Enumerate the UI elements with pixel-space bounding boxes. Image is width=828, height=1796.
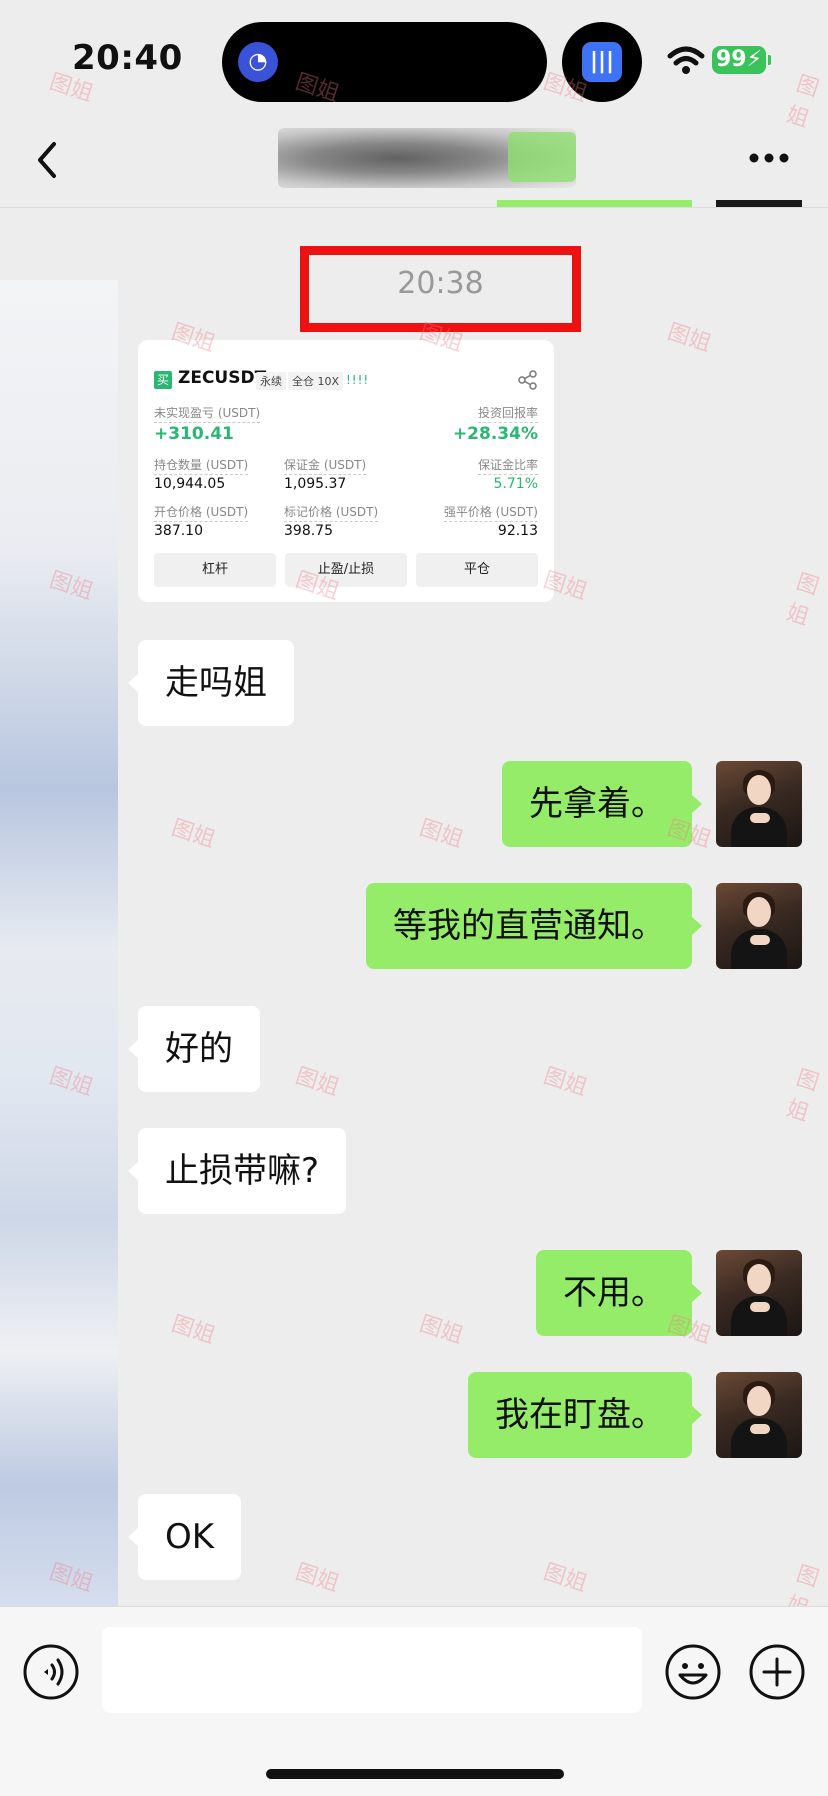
leverage-tag: 全仓 10X bbox=[288, 372, 344, 390]
charging-icon: ⚡ bbox=[746, 47, 763, 72]
tp-sl-button[interactable]: 止盈/止损 bbox=[285, 553, 407, 587]
watermark: 图姐 bbox=[783, 569, 822, 631]
margin-ratio-value: 5.71% bbox=[493, 476, 538, 492]
margin-label: 保证金 (USDT) bbox=[284, 456, 367, 475]
input-bar bbox=[0, 1606, 828, 1796]
home-indicator bbox=[266, 1769, 564, 1779]
message-bubble-outgoing[interactable]: 先拿着。 bbox=[502, 761, 702, 847]
message-bubble-incoming[interactable]: 好的 bbox=[128, 1006, 260, 1092]
app-icon: ||| bbox=[582, 42, 622, 82]
unrealized-pnl-label: 未实现盈亏 (USDT) bbox=[154, 404, 261, 423]
unrealized-pnl-value: +310.41 bbox=[154, 424, 234, 444]
margin-ratio-label: 保证金比率 bbox=[477, 456, 538, 475]
message-input[interactable] bbox=[102, 1627, 642, 1713]
avatar[interactable] bbox=[716, 883, 802, 969]
symbol: ZECUSDT bbox=[178, 368, 267, 388]
roi-value: +28.34% bbox=[452, 424, 538, 444]
entry-price-value: 387.10 bbox=[154, 523, 203, 539]
message-bubble-outgoing[interactable]: 我在盯盘。 bbox=[468, 1372, 702, 1458]
watermark: 图姐 bbox=[168, 1311, 219, 1350]
previous-message-avatar bbox=[716, 200, 802, 207]
plus-icon[interactable] bbox=[748, 1643, 806, 1701]
watermark: 图姐 bbox=[416, 815, 467, 854]
message-timestamp: 20:38 bbox=[397, 266, 484, 301]
watermark: 图姐 bbox=[783, 1065, 822, 1127]
back-icon[interactable] bbox=[30, 138, 66, 182]
battery-indicator: 99⚡ bbox=[712, 46, 771, 74]
watermark: 图姐 bbox=[292, 1559, 343, 1598]
battery-level: 99 bbox=[716, 47, 747, 72]
message-bubble-outgoing[interactable]: 等我的直营通知。 bbox=[366, 883, 702, 969]
voice-icon[interactable] bbox=[22, 1643, 80, 1701]
strength-bars: !!!! bbox=[346, 373, 370, 387]
buy-badge: 买 bbox=[154, 371, 172, 389]
share-icon[interactable] bbox=[518, 370, 538, 390]
mark-price-label: 标记价格 (USDT) bbox=[284, 503, 379, 522]
watermark: 图姐 bbox=[168, 815, 219, 854]
message-bubble-outgoing[interactable]: 不用。 bbox=[536, 1250, 702, 1336]
perpetual-tag: 永续 bbox=[256, 372, 286, 390]
avatar[interactable] bbox=[716, 1250, 802, 1336]
dynamic-island: ◔ bbox=[222, 22, 547, 102]
position-card[interactable]: 买 ZECUSDT 永续 全仓 10X !!!! 未实现盈亏 (USDT) +3… bbox=[138, 340, 554, 602]
wifi-icon bbox=[667, 46, 705, 74]
liquidation-price-label: 强平价格 (USDT) bbox=[443, 503, 538, 522]
watermark: 图姐 bbox=[292, 1063, 343, 1102]
watermark: 图姐 bbox=[416, 1311, 467, 1350]
avatar[interactable] bbox=[716, 1372, 802, 1458]
live-activity: ||| bbox=[562, 22, 642, 102]
activity-icon: ◔ bbox=[238, 42, 278, 82]
message-bubble-incoming[interactable]: 走吗姐 bbox=[128, 640, 294, 726]
watermark: 图姐 bbox=[540, 1559, 591, 1598]
background-decoration bbox=[0, 280, 118, 1620]
message-bubble-incoming[interactable]: 止损带嘛? bbox=[127, 1128, 347, 1214]
entry-price-label: 开仓价格 (USDT) bbox=[154, 503, 249, 522]
close-position-button[interactable]: 平仓 bbox=[416, 553, 538, 587]
margin-value: 1,095.37 bbox=[284, 476, 347, 492]
roi-label: 投资回报率 bbox=[477, 404, 538, 423]
chat-header bbox=[0, 112, 828, 208]
message-bubble-incoming[interactable]: OK bbox=[127, 1494, 242, 1580]
watermark: 图姐 bbox=[540, 1063, 591, 1102]
previous-message-bubble bbox=[497, 200, 692, 207]
position-size-value: 10,944.05 bbox=[154, 476, 226, 492]
chat-title-redacted-mark bbox=[508, 132, 576, 182]
avatar[interactable] bbox=[716, 761, 802, 847]
liquidation-price-value: 92.13 bbox=[497, 523, 538, 539]
position-size-label: 持仓数量 (USDT) bbox=[154, 456, 249, 475]
mark-price-value: 398.75 bbox=[284, 523, 333, 539]
watermark: 图姐 bbox=[664, 319, 715, 358]
status-time: 20:40 bbox=[72, 38, 183, 78]
more-icon[interactable] bbox=[748, 152, 790, 164]
emoji-icon[interactable] bbox=[664, 1643, 722, 1701]
leverage-button[interactable]: 杠杆 bbox=[154, 553, 276, 587]
